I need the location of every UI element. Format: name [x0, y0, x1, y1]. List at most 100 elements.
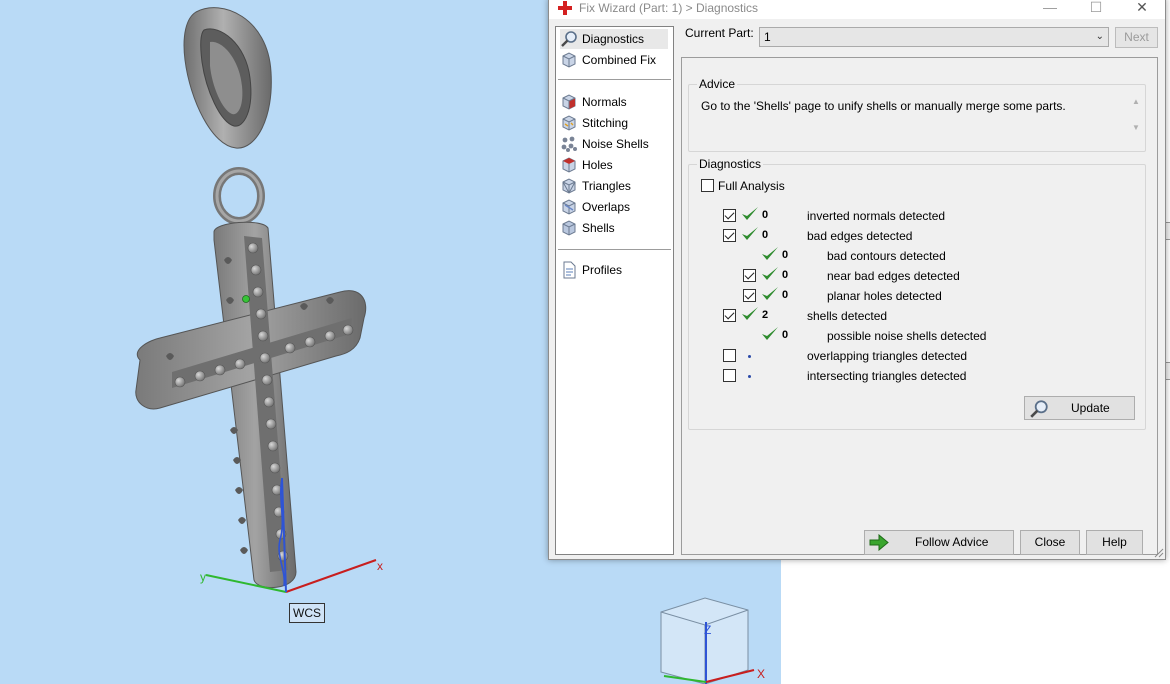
triangles-cube-icon	[562, 178, 576, 194]
nav-item-label: Triangles	[582, 179, 631, 193]
check-icon	[762, 287, 778, 300]
advice-group: Advice Go to the 'Shells' page to unify …	[688, 77, 1146, 152]
resize-grip-icon[interactable]	[1154, 548, 1164, 558]
cross-loop-model	[213, 167, 265, 225]
near-bad-edges-count: 0	[782, 269, 789, 281]
nav-item-shells[interactable]: Shells	[560, 218, 668, 238]
nav-item-combined-fix[interactable]: Combined Fix	[560, 50, 668, 70]
close-button[interactable]: Close	[1020, 530, 1080, 555]
nav-item-label: Noise Shells	[582, 137, 649, 151]
chevron-down-icon: ⌄	[1095, 31, 1104, 42]
full-analysis-label: Full Analysis	[718, 179, 785, 193]
full-analysis-checkbox[interactable]	[701, 179, 714, 192]
intersecting-triangles-checkbox[interactable]	[723, 369, 736, 382]
navigation-cube[interactable]: Z X	[660, 597, 765, 684]
window-title: Fix Wizard (Part: 1) > Diagnostics	[579, 1, 759, 15]
nav-item-noise-shells[interactable]: Noise Shells	[560, 134, 668, 154]
help-button[interactable]: Help	[1086, 530, 1143, 555]
planar-holes-count: 0	[782, 289, 789, 301]
diagnostics-group: Diagnostics Full Analysis 0 inverted nor…	[688, 157, 1146, 430]
noise-shells-label: possible noise shells detected	[827, 329, 987, 343]
near-bad-edges-label: near bad edges detected	[827, 269, 960, 283]
wcs-label: WCS	[289, 603, 325, 623]
noise-shells-icon	[561, 136, 577, 152]
magnifier-icon	[1030, 400, 1048, 418]
nav-item-diagnostics[interactable]: Diagnostics	[560, 29, 668, 49]
bad-edges-count: 0	[762, 229, 769, 241]
wizard-nav-panel: Diagnostics Combined Fix Normals Stitchi…	[555, 26, 674, 555]
cube-icon	[562, 52, 576, 68]
nav-separator	[558, 249, 671, 250]
overlapping-triangles-label: overlapping triangles detected	[807, 349, 968, 363]
document-icon	[563, 261, 576, 279]
check-icon	[742, 307, 758, 320]
advice-text-box: Go to the 'Shells' page to unify shells …	[695, 93, 1117, 139]
inverted-normals-count: 0	[762, 209, 769, 221]
bad-edges-label: bad edges detected	[807, 229, 913, 243]
nav-item-label: Holes	[582, 158, 613, 172]
axis-y-label: y	[200, 570, 206, 584]
navcube-x-label: X	[757, 667, 765, 681]
shells-label: shells detected	[807, 309, 888, 323]
cross-pendant-model	[135, 221, 367, 589]
normals-cube-icon	[562, 94, 576, 110]
green-arrow-icon	[869, 534, 889, 551]
maximize-button[interactable]: ☐	[1073, 0, 1119, 17]
magnifier-icon	[561, 31, 577, 47]
advice-text: Go to the 'Shells' page to unify shells …	[701, 99, 1066, 113]
pending-dot-icon	[748, 375, 751, 378]
nav-item-label: Normals	[582, 95, 627, 109]
bad-contours-label: bad contours detected	[827, 249, 946, 263]
bad-contours-count: 0	[782, 249, 789, 261]
shells-count: 2	[762, 309, 769, 321]
current-part-select[interactable]: 1 ⌄	[759, 27, 1109, 47]
nav-item-normals[interactable]: Normals	[560, 92, 668, 112]
title-bar[interactable]: Fix Wizard (Part: 1) > Diagnostics — ☐ ✕	[549, 0, 1165, 19]
nav-item-label: Overlaps	[582, 200, 631, 214]
advice-group-title: Advice	[697, 77, 738, 91]
check-icon	[742, 207, 758, 220]
advice-scrollbar[interactable]: ▲ ▼	[1131, 95, 1141, 137]
nav-item-label: Shells	[582, 221, 615, 235]
bail-ring-model	[183, 7, 272, 149]
follow-advice-button[interactable]: Follow Advice	[864, 530, 1014, 555]
shells-cube-icon	[562, 220, 576, 236]
nav-separator	[558, 79, 671, 80]
planar-holes-checkbox[interactable]	[743, 289, 756, 302]
nav-item-label: Diagnostics	[582, 32, 645, 46]
diagnostics-group-title: Diagnostics	[697, 157, 764, 171]
fix-wizard-dialog: Fix Wizard (Part: 1) > Diagnostics — ☐ ✕…	[548, 0, 1166, 560]
check-icon	[762, 247, 778, 260]
diagnostics-page: Advice Go to the 'Shells' page to unify …	[681, 57, 1158, 555]
nav-item-holes[interactable]: Holes	[560, 155, 668, 175]
nav-item-label: Profiles	[582, 263, 623, 277]
bad-edges-checkbox[interactable]	[723, 229, 736, 242]
nav-item-profiles[interactable]: Profiles	[560, 260, 668, 280]
check-icon	[742, 227, 758, 240]
minimize-button[interactable]: —	[1027, 0, 1073, 17]
check-icon	[762, 267, 778, 280]
overlapping-triangles-checkbox[interactable]	[723, 349, 736, 362]
holes-cube-icon	[562, 157, 576, 173]
intersecting-triangles-label: intersecting triangles detected	[807, 369, 967, 383]
overlaps-cube-icon	[562, 199, 576, 215]
nav-item-overlaps[interactable]: Overlaps	[560, 197, 668, 217]
red-cross-icon	[558, 1, 572, 15]
near-bad-edges-checkbox[interactable]	[743, 269, 756, 282]
pending-dot-icon	[748, 355, 751, 358]
planar-holes-label: planar holes detected	[827, 289, 942, 303]
axis-x-label: x	[377, 559, 383, 573]
nav-item-stitching[interactable]: Stitching	[560, 113, 668, 133]
navcube-z-label: Z	[704, 623, 711, 637]
update-label: Update	[1071, 401, 1110, 415]
nav-item-label: Stitching	[582, 116, 629, 130]
next-button[interactable]: Next	[1115, 27, 1158, 48]
follow-advice-label: Follow Advice	[915, 535, 989, 549]
nav-item-triangles[interactable]: Triangles	[560, 176, 668, 196]
shells-checkbox[interactable]	[723, 309, 736, 322]
current-part-label: Current Part:	[685, 26, 754, 40]
current-part-value: 1	[764, 30, 771, 44]
inverted-normals-checkbox[interactable]	[723, 209, 736, 222]
update-button[interactable]: Update	[1024, 396, 1135, 420]
close-window-button[interactable]: ✕	[1119, 0, 1165, 17]
